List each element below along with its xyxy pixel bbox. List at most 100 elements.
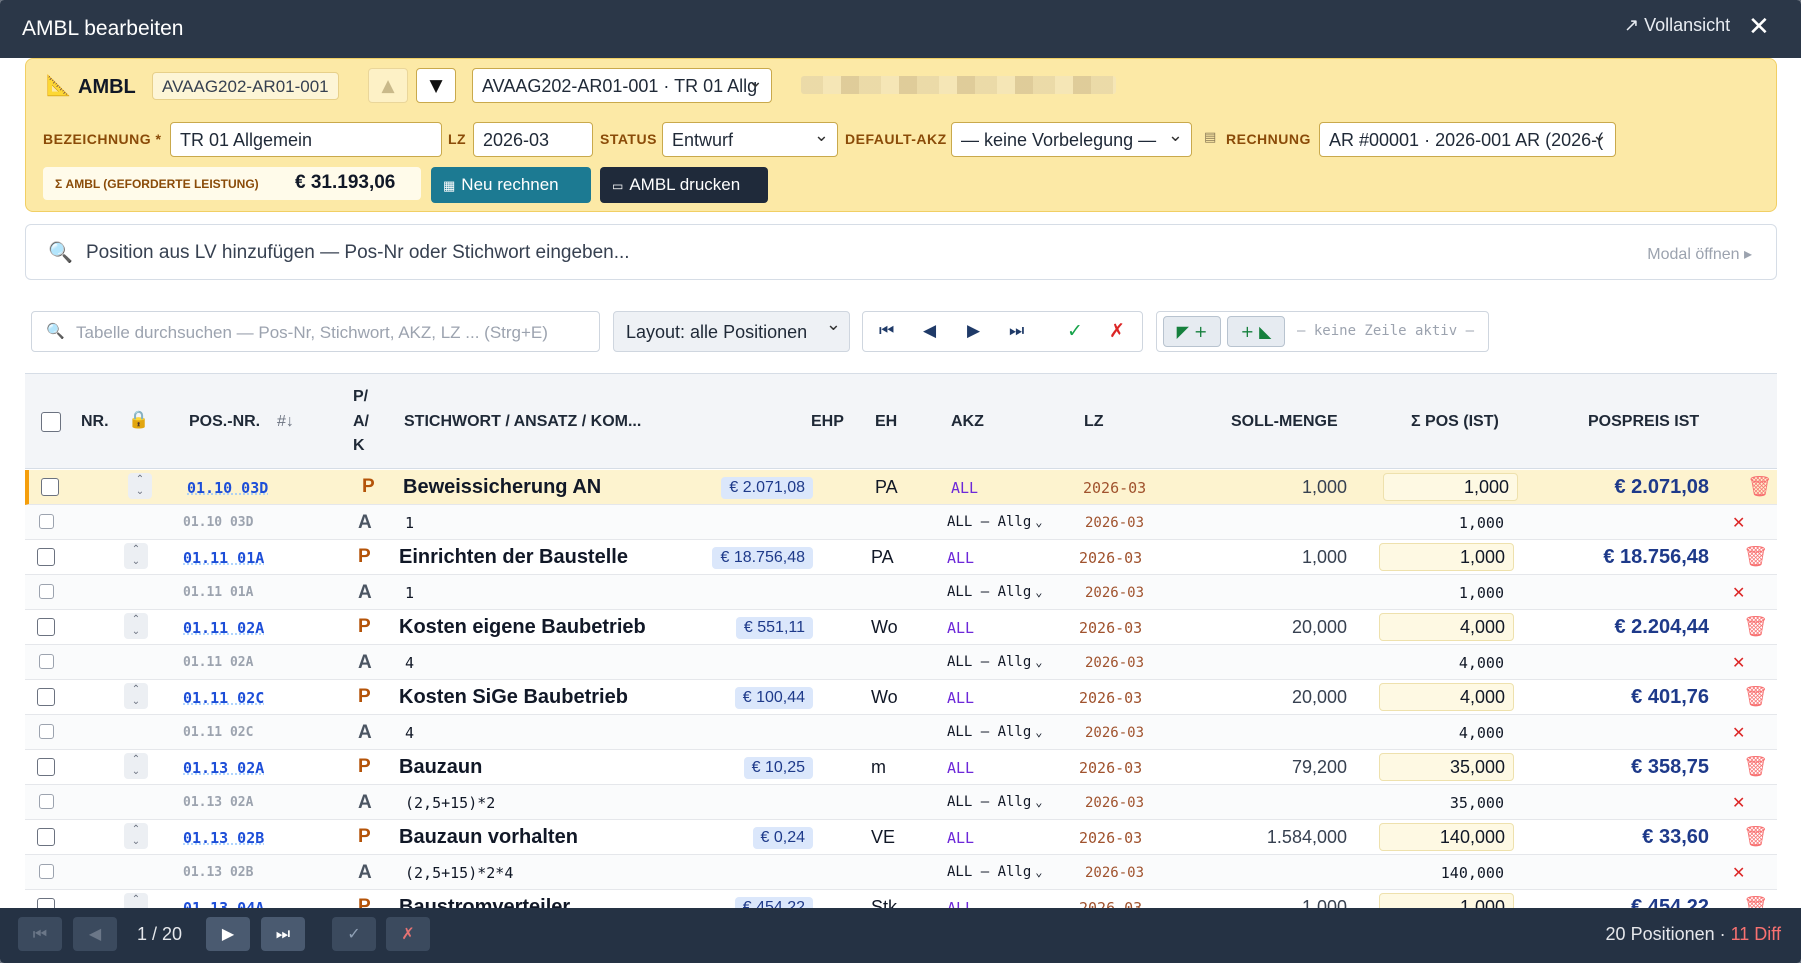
row-ist-input[interactable]: 4,000 (1379, 613, 1514, 641)
pos-number-link[interactable]: 01.10 03D (187, 479, 268, 497)
trash-icon[interactable]: 🗑 (1743, 614, 1768, 639)
pos-number-link[interactable]: 01.13 02B (183, 829, 264, 847)
pos-number-link[interactable]: 01.11 02A (183, 619, 264, 637)
ansatz-row[interactable]: 01.13 02B A (2,5+15)*2*4 ALL — Allg ⌄ 2026-03… (25, 855, 1777, 890)
footer-accept-button[interactable]: ✓ (332, 917, 376, 951)
ansatz-akz-select[interactable]: ALL — Allg ⌄ (947, 794, 1043, 810)
col-posnr[interactable]: POS.-NR. (189, 413, 260, 431)
ansatz-akz-select[interactable]: ALL — Allg ⌄ (947, 864, 1043, 880)
footer-next-button[interactable]: ▶ (206, 917, 250, 951)
trash-icon[interactable]: 🗑 (1743, 824, 1768, 849)
table-row[interactable]: 6⌃⌄01.13 02BPBauzaun vorhalten€ 0,24VEAL… (25, 820, 1777, 855)
remove-ansatz-icon[interactable]: ✕ (1732, 653, 1745, 673)
ansatz-row[interactable]: 01.10 03D A 1 ALL — Allg ⌄ 2026-03 1,000 ✕ (25, 505, 1777, 540)
ansatz-formula[interactable]: (2,5+15)*2 (405, 794, 495, 812)
ansatz-row[interactable]: 01.13 02A A (2,5+15)*2 ALL — Allg ⌄ 2026-03 35… (25, 785, 1777, 820)
remove-ansatz-icon[interactable]: ✕ (1732, 863, 1745, 883)
prev-row-icon[interactable]: ◀ (923, 321, 936, 341)
reorder-handle-icon[interactable]: ⌃⌄ (124, 823, 148, 849)
table-row[interactable]: 5⌃⌄01.13 02APBauzaun€ 10,25mALL2026-0379… (25, 750, 1777, 785)
layout-select[interactable]: Layout: alle Positionen (613, 311, 850, 352)
reorder-handle-icon[interactable]: ⌃⌄ (128, 473, 152, 499)
footer-prev-button[interactable]: ◀ (73, 917, 117, 951)
ansatz-akz-select[interactable]: ALL — Allg ⌄ (947, 514, 1043, 530)
bezeichnung-input[interactable]: TR 01 Allgemein (170, 122, 442, 157)
remove-ansatz-icon[interactable]: ✕ (1732, 793, 1745, 813)
trash-icon[interactable]: 🗑 (1743, 544, 1768, 569)
table-search-input[interactable]: 🔍 Tabelle durchsuchen — Pos-Nr, Stichwor… (31, 311, 600, 352)
pos-number-link[interactable]: 01.11 02C (183, 689, 264, 707)
rechnung-select[interactable]: AR #00001 · 2026-001 AR (2026-( (1319, 122, 1616, 157)
row-checkbox[interactable] (37, 548, 55, 566)
table-row[interactable]: 1⌃⌄01.10 03DPBeweissicherung AN€ 2.071,0… (25, 470, 1777, 505)
ansatz-checkbox[interactable] (39, 794, 54, 809)
row-checkbox[interactable] (37, 688, 55, 706)
table-row[interactable]: 2⌃⌄01.11 01APEinrichten der Baustelle€ 1… (25, 540, 1777, 575)
ansatz-formula[interactable]: (2,5+15)*2*4 (405, 864, 513, 882)
insert-above-button[interactable]: ◤ + (1163, 316, 1221, 347)
prev-ambl-button[interactable]: ▲ (368, 68, 408, 103)
row-ist-input[interactable]: 35,000 (1379, 753, 1514, 781)
ansatz-formula[interactable]: 4 (405, 654, 414, 672)
table-row[interactable]: 3⌃⌄01.11 02APKosten eigene Baubetrieb€ 5… (25, 610, 1777, 645)
row-ist-input[interactable]: 1,000 (1383, 473, 1518, 501)
close-icon[interactable]: ✕ (1748, 12, 1770, 42)
ansatz-checkbox[interactable] (39, 724, 54, 739)
status-select[interactable]: Entwurf (662, 122, 838, 157)
recalculate-button[interactable]: ▦ Neu rechnen (431, 167, 591, 203)
remove-ansatz-icon[interactable]: ✕ (1732, 513, 1745, 533)
ansatz-checkbox[interactable] (39, 584, 54, 599)
insert-below-button[interactable]: + ◣ (1227, 316, 1285, 347)
trash-icon[interactable]: 🗑 (1743, 684, 1768, 709)
ansatz-formula[interactable]: 1 (405, 514, 414, 532)
next-ambl-button[interactable]: ▼ (416, 68, 456, 103)
print-ambl-button[interactable]: ▭ AMBL drucken (600, 167, 768, 203)
ansatz-pos-number: 01.11 02A (183, 655, 254, 670)
pos-number-link[interactable]: 01.13 02A (183, 759, 264, 777)
reorder-handle-icon[interactable]: ⌃⌄ (124, 753, 148, 779)
last-row-icon[interactable]: ⏭ (1009, 321, 1024, 341)
row-ist-input[interactable]: 4,000 (1379, 683, 1514, 711)
next-row-icon[interactable]: ▶ (967, 321, 980, 341)
footer-last-button[interactable]: ⏭ (261, 917, 305, 951)
ansatz-akz-select[interactable]: ALL — Allg ⌄ (947, 654, 1043, 670)
row-checkbox[interactable] (37, 618, 55, 636)
ansatz-formula[interactable]: 4 (405, 724, 414, 742)
default-akz-select[interactable]: — keine Vorbelegung — (951, 122, 1192, 157)
lv-position-search[interactable]: 🔍 Position aus LV hinzufügen — Pos-Nr od… (25, 224, 1777, 280)
ansatz-row[interactable]: 01.11 02A A 4 ALL — Allg ⌄ 2026-03 4,000 ✕ (25, 645, 1777, 680)
trash-icon[interactable]: 🗑 (1743, 754, 1768, 779)
ansatz-akz-select[interactable]: ALL — Allg ⌄ (947, 584, 1043, 600)
reorder-handle-icon[interactable]: ⌃⌄ (124, 613, 148, 639)
reorder-handle-icon[interactable]: ⌃⌄ (124, 683, 148, 709)
ansatz-checkbox[interactable] (39, 864, 54, 879)
ansatz-akz-select[interactable]: ALL — Allg ⌄ (947, 724, 1043, 740)
reject-icon[interactable]: ✗ (1109, 320, 1125, 342)
ansatz-checkbox[interactable] (39, 514, 54, 529)
footer-first-button[interactable]: ⏮ (18, 917, 62, 951)
ansatz-formula[interactable]: 1 (405, 584, 414, 602)
row-checkbox[interactable] (37, 758, 55, 776)
row-checkbox[interactable] (41, 478, 59, 496)
accept-icon[interactable]: ✓ (1067, 320, 1083, 342)
first-row-icon[interactable]: ⏮ (879, 321, 894, 341)
select-all-checkbox[interactable] (41, 412, 61, 432)
ansatz-row[interactable]: 01.11 01A A 1 ALL — Allg ⌄ 2026-03 1,000 ✕ (25, 575, 1777, 610)
pos-number-link[interactable]: 01.11 01A (183, 549, 264, 567)
open-modal-link[interactable]: Modal öffnen ▸ (1647, 244, 1752, 264)
trash-icon[interactable]: 🗑 (1747, 474, 1772, 499)
table-row[interactable]: 4⌃⌄01.11 02CPKosten SiGe Baubetrieb€ 100… (25, 680, 1777, 715)
reorder-handle-icon[interactable]: ⌃⌄ (124, 543, 148, 569)
col-sort-indicator[interactable]: #↓ (277, 413, 294, 431)
row-ist-input[interactable]: 140,000 (1379, 823, 1514, 851)
ansatz-checkbox[interactable] (39, 654, 54, 669)
lz-input[interactable]: 2026-03 (473, 122, 593, 157)
ansatz-row[interactable]: 01.11 02C A 4 ALL — Allg ⌄ 2026-03 4,000 ✕ (25, 715, 1777, 750)
footer-reject-button[interactable]: ✗ (386, 917, 430, 951)
remove-ansatz-icon[interactable]: ✕ (1732, 723, 1745, 743)
fullview-button[interactable]: ↗ Vollansicht (1624, 15, 1730, 36)
row-ist-input[interactable]: 1,000 (1379, 543, 1514, 571)
ambl-nav-select[interactable]: AVAAG202-AR01-001 · TR 01 Allg (472, 68, 772, 103)
row-checkbox[interactable] (37, 828, 55, 846)
remove-ansatz-icon[interactable]: ✕ (1732, 583, 1745, 603)
